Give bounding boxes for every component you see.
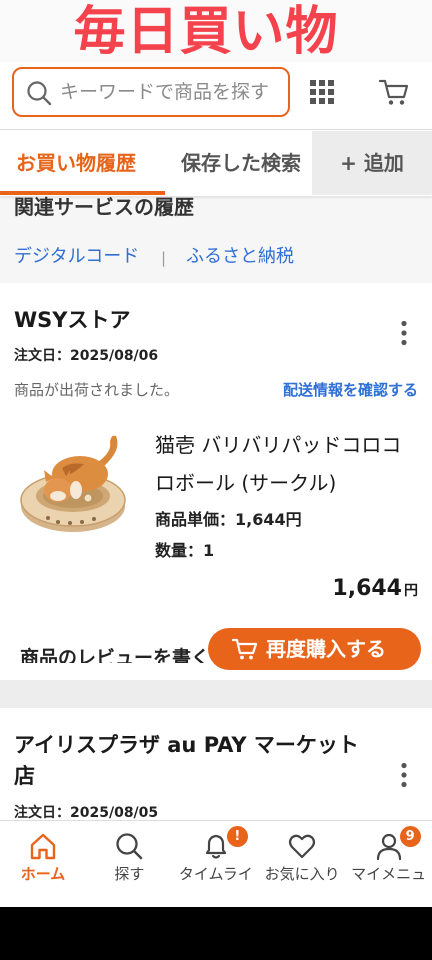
quantity: 数量：1 — [155, 541, 215, 560]
app-title-bar: 毎日買い物 — [0, 0, 432, 62]
unit-price: 商品単価：1,644円 — [155, 510, 302, 529]
nav-my-menu-label: マイメニュ — [351, 865, 427, 883]
my-menu-badge: 9 — [399, 826, 421, 847]
nav-search-label: 探す — [114, 865, 145, 883]
bottom-nav: ホーム 探す ! タイムライ お気に入り 9 マイメニュ — [0, 820, 432, 907]
total-amount: 1,644 — [332, 576, 402, 601]
more-options-icon[interactable] — [394, 762, 414, 788]
nav-my-menu[interactable]: 9 マイメニュ — [346, 821, 432, 908]
tab-order-history[interactable]: お買い物履歴 — [0, 131, 165, 196]
order-total: 1,644 円 — [332, 575, 418, 605]
heart-icon — [289, 834, 316, 859]
related-services-heading: 関連サービスの履歴 — [14, 196, 194, 219]
product-image[interactable] — [18, 432, 128, 538]
order-card: アイリスプラザ au PAY マーケット店 注文日：2025/08/05 — [0, 708, 432, 828]
rebuy-button[interactable]: 再度購入する — [208, 628, 421, 670]
active-tab-indicator — [0, 191, 165, 195]
search-icon — [27, 81, 52, 106]
add-tab-button[interactable]: + 追加 — [312, 131, 432, 195]
link-separator: | — [161, 249, 167, 267]
card-separator — [0, 680, 432, 708]
furusato-tax-link[interactable]: ふるさと納税 — [186, 244, 294, 270]
grid-icon[interactable] — [309, 79, 335, 105]
tab-saved-searches[interactable]: 保存した検索 — [165, 131, 312, 196]
review-link-container: 商品のレビューを書く — [20, 644, 210, 663]
store-name[interactable]: アイリスプラザ au PAY マーケット店 — [14, 730, 364, 792]
rebuy-button-label: 再度購入する — [266, 637, 386, 661]
tracking-link[interactable]: 配送情報を確認する — [283, 379, 418, 401]
app-title: 毎日買い物 — [73, 2, 339, 62]
more-options-icon[interactable] — [394, 320, 414, 346]
search-icon — [116, 833, 143, 860]
order-card: WSYストア 注文日：2025/08/06 商品が出荷されました。 配送情報を確… — [0, 283, 432, 680]
tabs-bar: お買い物履歴 保存した検索 + 追加 — [0, 131, 432, 196]
digital-code-link[interactable]: デジタルコード — [14, 244, 139, 270]
cart-icon[interactable] — [378, 76, 410, 108]
product-title[interactable]: 猫壱 バリバリパッドコロコロボール (サークル) — [155, 426, 417, 502]
store-name[interactable]: WSYストア — [14, 307, 131, 333]
write-review-link[interactable]: 商品のレビューを書く — [20, 644, 210, 663]
nav-timeline-label: タイムライ — [178, 865, 253, 883]
nav-timeline[interactable]: ! タイムライ — [173, 821, 259, 908]
nav-home-label: ホーム — [20, 865, 66, 883]
order-date: 注文日：2025/08/06 — [14, 348, 159, 364]
nav-favorites[interactable]: お気に入り — [259, 821, 345, 908]
nav-search[interactable]: 探す — [86, 821, 172, 908]
search-box[interactable] — [12, 67, 290, 117]
shipping-status: 商品が出荷されました。 — [14, 381, 180, 399]
home-icon — [30, 833, 56, 860]
search-input[interactable] — [60, 77, 282, 107]
search-row — [0, 62, 432, 130]
nav-home[interactable]: ホーム — [0, 821, 86, 908]
nav-favorites-label: お気に入り — [264, 865, 340, 883]
notification-badge: ! — [226, 826, 248, 847]
screen: 毎日買い物 お買い物履歴 保存した検索 + 追加 関連サービスの履歴 — [0, 0, 432, 960]
currency-unit: 円 — [404, 583, 418, 599]
related-services-section: 関連サービスの履歴 デジタルコード | ふるさと納税 — [0, 196, 432, 283]
cart-icon — [232, 638, 258, 660]
system-navigation-bar — [0, 907, 432, 960]
